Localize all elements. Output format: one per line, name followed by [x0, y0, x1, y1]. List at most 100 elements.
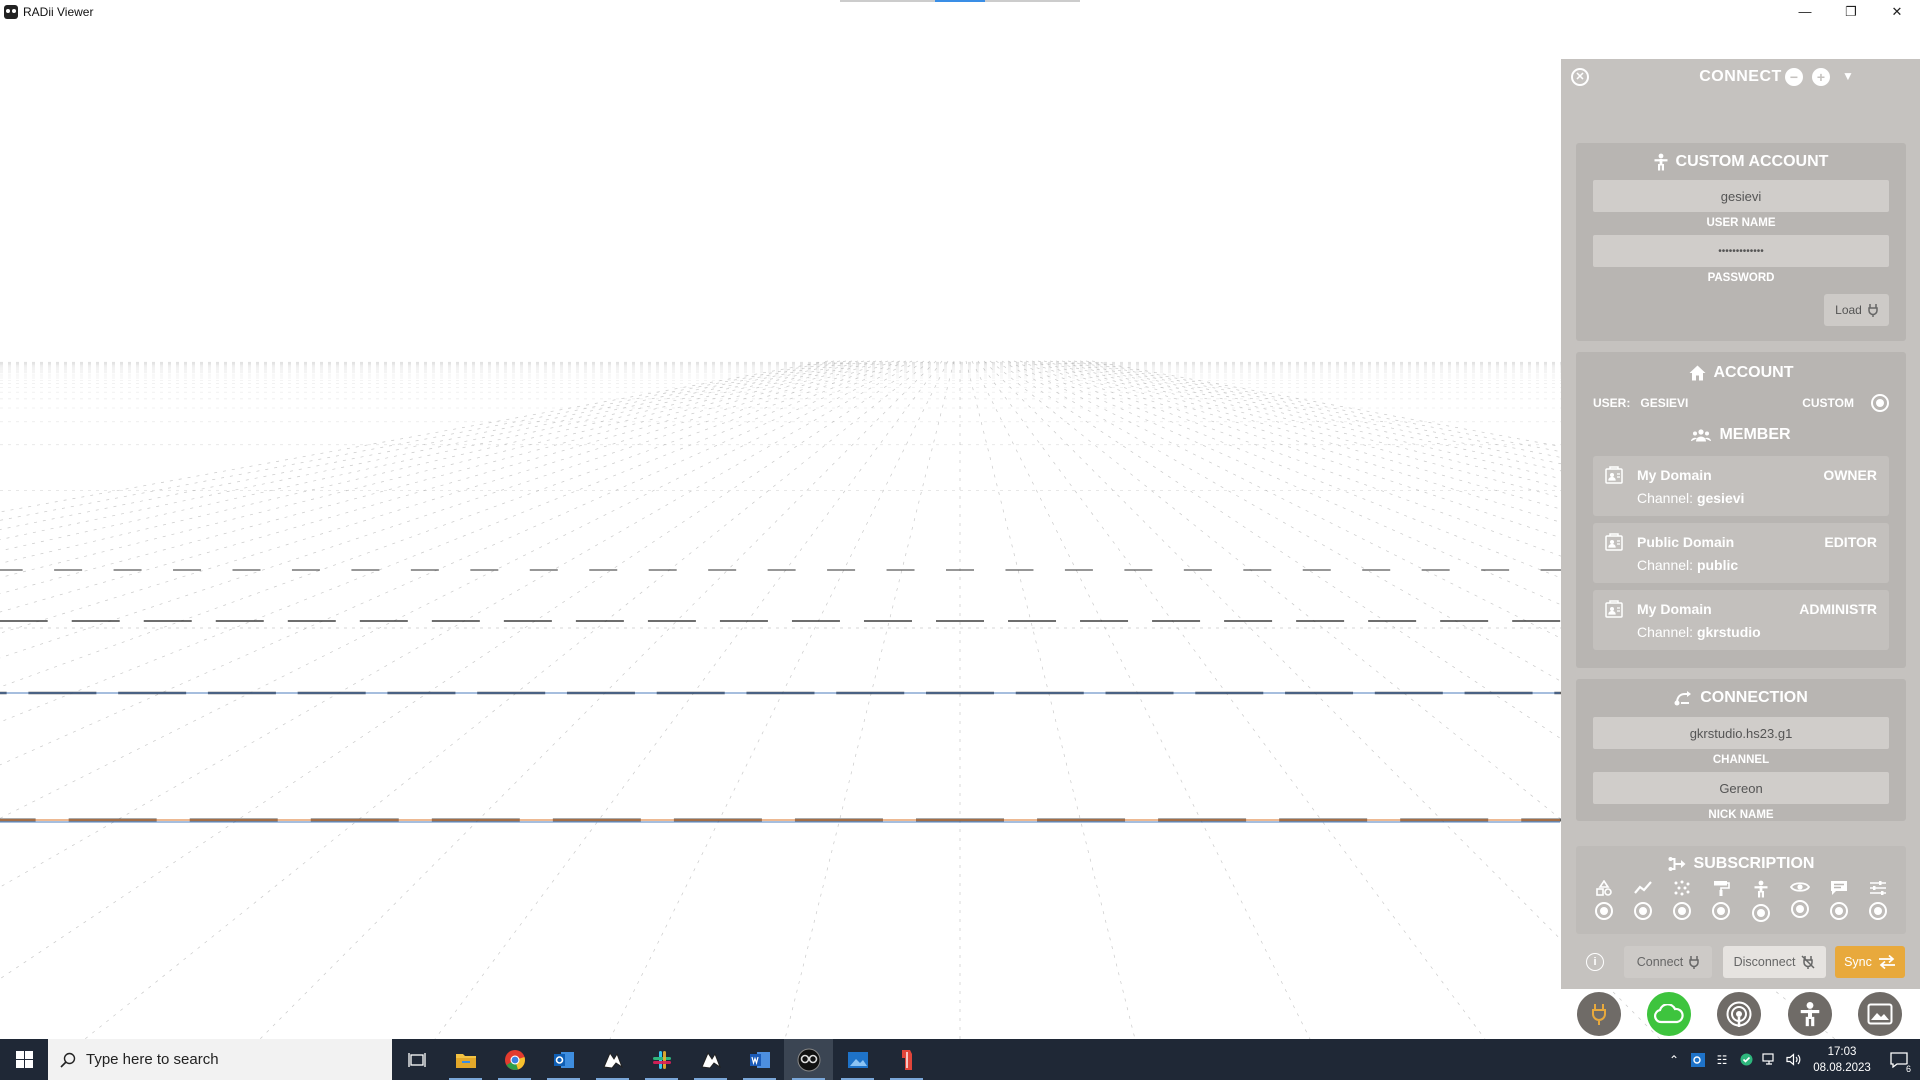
custom-account-section: CUSTOM ACCOUNT gesievi USER NAME •••••••…	[1576, 143, 1906, 341]
password-field[interactable]: •••••••••••••	[1593, 235, 1889, 267]
member-domain-name: Public Domain	[1637, 534, 1735, 550]
comment-icon	[1830, 881, 1847, 895]
taskbar-file-explorer[interactable]	[441, 1039, 490, 1080]
load-button-label: Load	[1835, 303, 1862, 317]
subscription-radio[interactable]	[1712, 902, 1731, 920]
taskbar-photos[interactable]	[833, 1039, 882, 1080]
notification-center-button[interactable]: 6	[1878, 1039, 1920, 1080]
disconnect-button[interactable]: Disconnect	[1723, 946, 1826, 978]
minimize-button[interactable]: —	[1782, 0, 1828, 23]
connect-button[interactable]: Connect	[1624, 946, 1712, 978]
tray-volume-icon[interactable]	[1782, 1039, 1806, 1080]
connection-section: CONNECTION gkrstudio.hs23.g1 CHANNEL Ger…	[1576, 679, 1906, 821]
window-title: RADii Viewer	[23, 4, 94, 19]
users-icon	[1691, 429, 1712, 442]
start-button[interactable]	[0, 1039, 48, 1080]
clock-time: 17:03	[1827, 1045, 1857, 1058]
tray-network-hub-icon[interactable]: ☷	[1710, 1039, 1734, 1080]
gallery-button[interactable]	[1858, 992, 1902, 1036]
account-title: ACCOUNT	[1713, 364, 1794, 381]
shapes-icon	[1596, 880, 1612, 896]
tray-outlook-icon[interactable]	[1686, 1039, 1710, 1080]
person-icon	[1754, 880, 1768, 898]
subscription-radio[interactable]	[1634, 902, 1653, 920]
taskbar-search[interactable]: Type here to search	[48, 1039, 392, 1080]
taskbar-radii-viewer[interactable]	[784, 1039, 833, 1080]
folder-icon	[455, 1053, 476, 1068]
subscription-radio[interactable]	[1595, 902, 1613, 920]
taskbar-outlook[interactable]	[539, 1039, 588, 1080]
connection-icon	[1674, 691, 1692, 706]
word-icon	[749, 1051, 770, 1068]
window-titlebar: RADii Viewer — ❐ ✕	[0, 0, 1920, 23]
restore-button[interactable]: ❐	[1828, 0, 1874, 23]
paint-roller-icon	[1714, 881, 1731, 896]
subscription-toggle-views[interactable]	[1789, 880, 1811, 922]
disconnect-button-label: Disconnect	[1733, 955, 1796, 969]
subscription-radio[interactable]	[1790, 900, 1809, 918]
radii-logo-icon	[797, 1048, 820, 1071]
outlook-icon	[553, 1051, 574, 1068]
notification-count-badge: 6	[1903, 1064, 1913, 1074]
subscription-toggle-curves[interactable]	[1632, 880, 1654, 922]
custom-account-title: CUSTOM ACCOUNT	[1675, 153, 1829, 170]
member-card[interactable]: My Domain OWNER Channel: gesievi	[1593, 456, 1889, 516]
subscription-radio[interactable]	[1751, 904, 1770, 922]
domain-icon	[1605, 466, 1623, 484]
chevron-up-icon[interactable]: ⌃	[1662, 1039, 1686, 1080]
custom-radio[interactable]	[1871, 394, 1889, 412]
avatar-button[interactable]	[1788, 992, 1832, 1036]
subscription-radio[interactable]	[1829, 902, 1848, 920]
taskbar-rhino-1[interactable]	[588, 1039, 637, 1080]
panel-plus-button[interactable]: +	[1812, 68, 1830, 86]
member-list: My Domain OWNER Channel: gesievi Public Dom…	[1576, 456, 1906, 650]
panel-minus-button[interactable]: −	[1785, 68, 1803, 86]
taskbar-chrome[interactable]	[490, 1039, 539, 1080]
system-tray: ⌃ ☷ 17:03 08.08.2023 6	[1662, 1039, 1920, 1080]
sync-button[interactable]: Sync	[1835, 946, 1905, 978]
member-domain-name: My Domain	[1637, 467, 1712, 483]
windows-taskbar: Type here to search ⌃ ☷ 17:03 08.08.2023…	[0, 1039, 1920, 1080]
channel-field[interactable]: gkrstudio.hs23.g1	[1593, 717, 1889, 749]
nickname-field[interactable]: Gereon	[1593, 772, 1889, 804]
member-role: ADMINISTR	[1799, 601, 1877, 617]
tray-check-icon[interactable]	[1734, 1039, 1758, 1080]
chevron-down-icon[interactable]: ▼	[1839, 67, 1857, 85]
taskbar-python[interactable]	[882, 1039, 931, 1080]
subscription-toggle-points[interactable]	[1671, 880, 1693, 922]
member-title: MEMBER	[1719, 426, 1791, 443]
task-view-icon	[407, 1052, 426, 1067]
member-card[interactable]: My Domain ADMINISTR Channel: gkrstudio	[1593, 590, 1889, 650]
subscription-toggle-comments[interactable]	[1828, 880, 1850, 922]
broadcast-button[interactable]	[1717, 992, 1761, 1036]
member-card[interactable]: Public Domain EDITOR Channel: public	[1593, 523, 1889, 583]
rhino-icon	[602, 1051, 623, 1069]
subscription-toggle-settings[interactable]	[1867, 880, 1889, 922]
taskbar-rhino-2[interactable]	[686, 1039, 735, 1080]
username-label: USER NAME	[1706, 217, 1776, 229]
task-view-button[interactable]	[392, 1039, 441, 1080]
username-field[interactable]: gesievi	[1593, 180, 1889, 212]
account-user: USER: GESIEVI	[1593, 396, 1689, 410]
search-placeholder: Type here to search	[86, 1051, 219, 1068]
subscription-radio[interactable]	[1673, 902, 1692, 920]
photos-icon	[847, 1051, 868, 1068]
member-channel: Channel: gkrstudio	[1637, 624, 1761, 640]
close-window-button[interactable]: ✕	[1874, 0, 1920, 23]
plug-icon	[1868, 304, 1878, 317]
subscription-toggle-users[interactable]	[1750, 880, 1772, 922]
subscription-toggle-geometry[interactable]	[1593, 880, 1615, 922]
plug-button[interactable]	[1577, 992, 1621, 1036]
eye-icon	[1789, 882, 1810, 892]
subscription-toggle-materials[interactable]	[1710, 880, 1732, 922]
subscription-title: SUBSCRIPTION	[1693, 855, 1815, 872]
tray-network-icon[interactable]	[1758, 1039, 1782, 1080]
member-role: OWNER	[1823, 467, 1877, 483]
taskbar-word[interactable]	[735, 1039, 784, 1080]
subscription-radio[interactable]	[1868, 902, 1887, 920]
cloud-button[interactable]	[1647, 992, 1691, 1036]
info-button[interactable]: i	[1586, 953, 1604, 971]
taskbar-clock[interactable]: 17:03 08.08.2023	[1806, 1044, 1878, 1076]
load-button[interactable]: Load	[1824, 294, 1889, 326]
taskbar-slack[interactable]	[637, 1039, 686, 1080]
